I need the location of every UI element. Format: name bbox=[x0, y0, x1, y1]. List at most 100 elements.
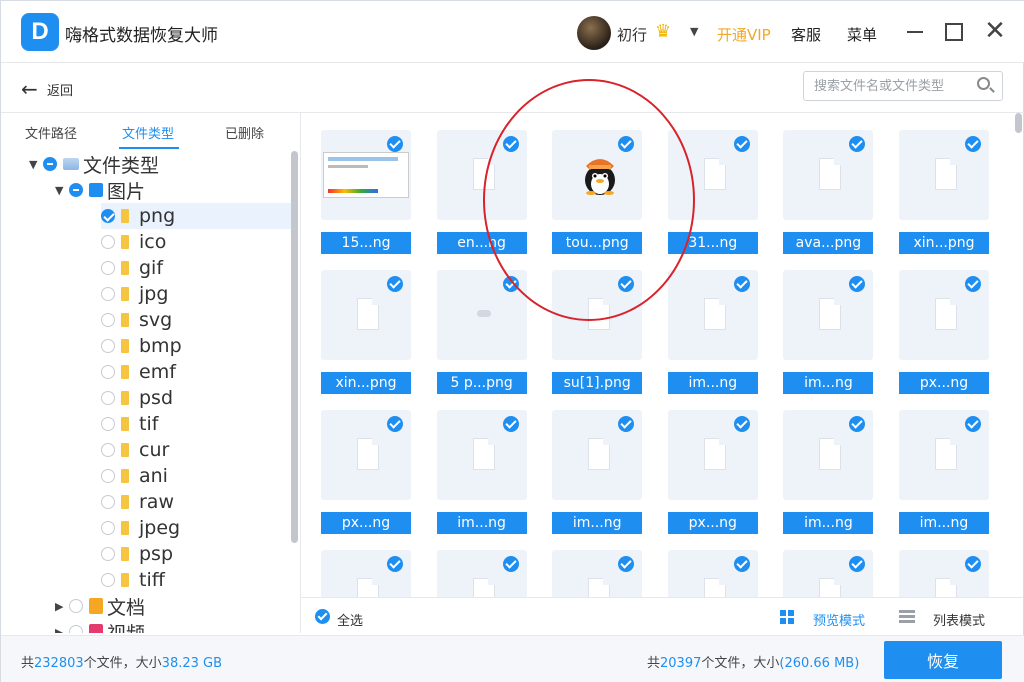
tree-type-svg[interactable]: svg bbox=[101, 307, 291, 333]
file-thumbnail[interactable] bbox=[899, 550, 989, 597]
file-select-checkbox[interactable] bbox=[502, 556, 519, 572]
search-icon[interactable] bbox=[977, 77, 990, 90]
caret-right-icon[interactable]: ▶ bbox=[55, 600, 69, 613]
sidebar-scrollbar[interactable] bbox=[291, 151, 298, 543]
tab-file-path[interactable]: 文件路径 bbox=[25, 123, 77, 142]
type-checkbox[interactable] bbox=[101, 313, 115, 327]
back-arrow-icon[interactable]: ← bbox=[21, 77, 38, 101]
type-checkbox[interactable] bbox=[101, 417, 115, 431]
grid-view-icon[interactable] bbox=[780, 610, 794, 624]
type-checkbox[interactable] bbox=[101, 495, 115, 509]
tree-type-emf[interactable]: emf bbox=[101, 359, 291, 385]
file-thumbnail[interactable] bbox=[783, 550, 874, 597]
type-checkbox[interactable] bbox=[101, 287, 115, 301]
type-checkbox[interactable] bbox=[101, 443, 115, 457]
type-checkbox[interactable] bbox=[101, 235, 115, 249]
caret-right-icon[interactable]: ▶ bbox=[55, 626, 69, 634]
tree-type-gif[interactable]: gif bbox=[101, 255, 291, 281]
file-select-checkbox[interactable] bbox=[965, 416, 981, 432]
file-thumbnail[interactable] bbox=[552, 410, 643, 500]
tree-type-cur[interactable]: cur bbox=[101, 437, 291, 463]
tree-type-ico[interactable]: ico bbox=[101, 229, 291, 255]
file-thumbnail[interactable] bbox=[321, 270, 411, 360]
file-name-label[interactable]: px...ng bbox=[899, 372, 989, 394]
file-name-label[interactable]: ava...png bbox=[783, 232, 874, 254]
file-thumbnail[interactable] bbox=[321, 550, 411, 597]
file-select-checkbox[interactable] bbox=[965, 276, 981, 292]
file-thumbnail[interactable] bbox=[783, 130, 874, 220]
file-select-checkbox[interactable] bbox=[387, 556, 403, 572]
file-name-label[interactable]: im...ng bbox=[436, 512, 527, 534]
preview-mode-button[interactable]: 预览模式 bbox=[813, 610, 865, 629]
file-select-checkbox[interactable] bbox=[733, 556, 750, 572]
file-select-checkbox[interactable] bbox=[733, 416, 750, 432]
file-thumbnail[interactable] bbox=[667, 270, 758, 360]
tree-type-psp[interactable]: psp bbox=[101, 541, 291, 567]
tree-root[interactable]: ▼ 文件类型 bbox=[29, 151, 159, 177]
tree-type-raw[interactable]: raw bbox=[101, 489, 291, 515]
tree-type-tif[interactable]: tif bbox=[101, 411, 291, 437]
tree-type-jpeg[interactable]: jpeg bbox=[101, 515, 291, 541]
file-thumbnail[interactable] bbox=[899, 130, 989, 220]
tree-type-bmp[interactable]: bmp bbox=[101, 333, 291, 359]
list-mode-button[interactable]: 列表模式 bbox=[933, 610, 985, 629]
grid-scrollbar[interactable] bbox=[1015, 113, 1022, 133]
file-select-checkbox[interactable] bbox=[618, 416, 635, 432]
file-thumbnail[interactable] bbox=[436, 550, 527, 597]
file-name-label[interactable]: su[1].png bbox=[552, 372, 643, 394]
file-thumbnail[interactable] bbox=[899, 410, 989, 500]
tree-type-png[interactable]: png bbox=[101, 203, 291, 229]
close-icon[interactable]: ✕ bbox=[982, 16, 1008, 46]
type-checkbox[interactable] bbox=[101, 521, 115, 535]
file-thumbnail[interactable] bbox=[436, 410, 527, 500]
tree-type-ani[interactable]: ani bbox=[101, 463, 291, 489]
customer-service-button[interactable]: 客服 bbox=[791, 24, 821, 45]
caret-down-icon[interactable]: ▼ bbox=[29, 158, 43, 171]
file-name-label[interactable]: xin...png bbox=[321, 372, 411, 394]
file-select-checkbox[interactable] bbox=[502, 416, 519, 432]
tree-videos-checkbox[interactable] bbox=[69, 625, 83, 633]
type-checkbox[interactable] bbox=[101, 365, 115, 379]
tree-type-tiff[interactable]: tiff bbox=[101, 567, 291, 593]
open-vip-button[interactable]: 开通VIP bbox=[717, 24, 771, 45]
file-select-checkbox[interactable] bbox=[733, 276, 750, 292]
tree-documents[interactable]: ▶ 文档 bbox=[55, 593, 145, 619]
file-name-label[interactable]: im...ng bbox=[899, 512, 989, 534]
tree-root-checkbox[interactable] bbox=[43, 157, 57, 171]
search-input[interactable] bbox=[803, 71, 1003, 101]
tree-type-psd[interactable]: psd bbox=[101, 385, 291, 411]
type-checkbox[interactable] bbox=[101, 209, 115, 223]
type-checkbox[interactable] bbox=[101, 469, 115, 483]
maximize-icon[interactable] bbox=[945, 23, 963, 41]
file-select-checkbox[interactable] bbox=[965, 136, 981, 152]
file-thumbnail[interactable] bbox=[783, 410, 874, 500]
file-thumbnail[interactable] bbox=[783, 270, 874, 360]
select-all-label[interactable]: 全选 bbox=[337, 610, 363, 629]
file-name-label[interactable]: im...ng bbox=[783, 372, 874, 394]
file-thumbnail[interactable] bbox=[321, 130, 411, 220]
file-thumbnail[interactable] bbox=[667, 410, 758, 500]
select-all-checkbox[interactable] bbox=[315, 609, 330, 624]
file-name-label[interactable]: px...ng bbox=[321, 512, 411, 534]
file-thumbnail[interactable] bbox=[552, 550, 643, 597]
back-button[interactable]: 返回 bbox=[47, 80, 73, 99]
file-select-checkbox[interactable] bbox=[849, 416, 866, 432]
file-select-checkbox[interactable] bbox=[387, 416, 403, 432]
file-name-label[interactable]: im...ng bbox=[667, 372, 758, 394]
type-checkbox[interactable] bbox=[101, 261, 115, 275]
caret-down-icon[interactable]: ▼ bbox=[55, 184, 69, 197]
tree-documents-checkbox[interactable] bbox=[69, 599, 83, 613]
chevron-down-icon[interactable]: ▼ bbox=[690, 25, 698, 38]
file-name-label[interactable]: im...ng bbox=[783, 512, 874, 534]
file-thumbnail[interactable] bbox=[321, 410, 411, 500]
tab-deleted[interactable]: 已删除 bbox=[225, 123, 264, 142]
avatar[interactable] bbox=[577, 16, 611, 50]
file-select-checkbox[interactable] bbox=[733, 136, 750, 152]
tree-type-jpg[interactable]: jpg bbox=[101, 281, 291, 307]
file-name-label[interactable]: xin...png bbox=[899, 232, 989, 254]
file-select-checkbox[interactable] bbox=[849, 136, 866, 152]
menu-button[interactable]: 菜单 bbox=[847, 24, 877, 45]
file-name-label[interactable]: px...ng bbox=[667, 512, 758, 534]
type-checkbox[interactable] bbox=[101, 547, 115, 561]
file-thumbnail[interactable] bbox=[667, 550, 758, 597]
